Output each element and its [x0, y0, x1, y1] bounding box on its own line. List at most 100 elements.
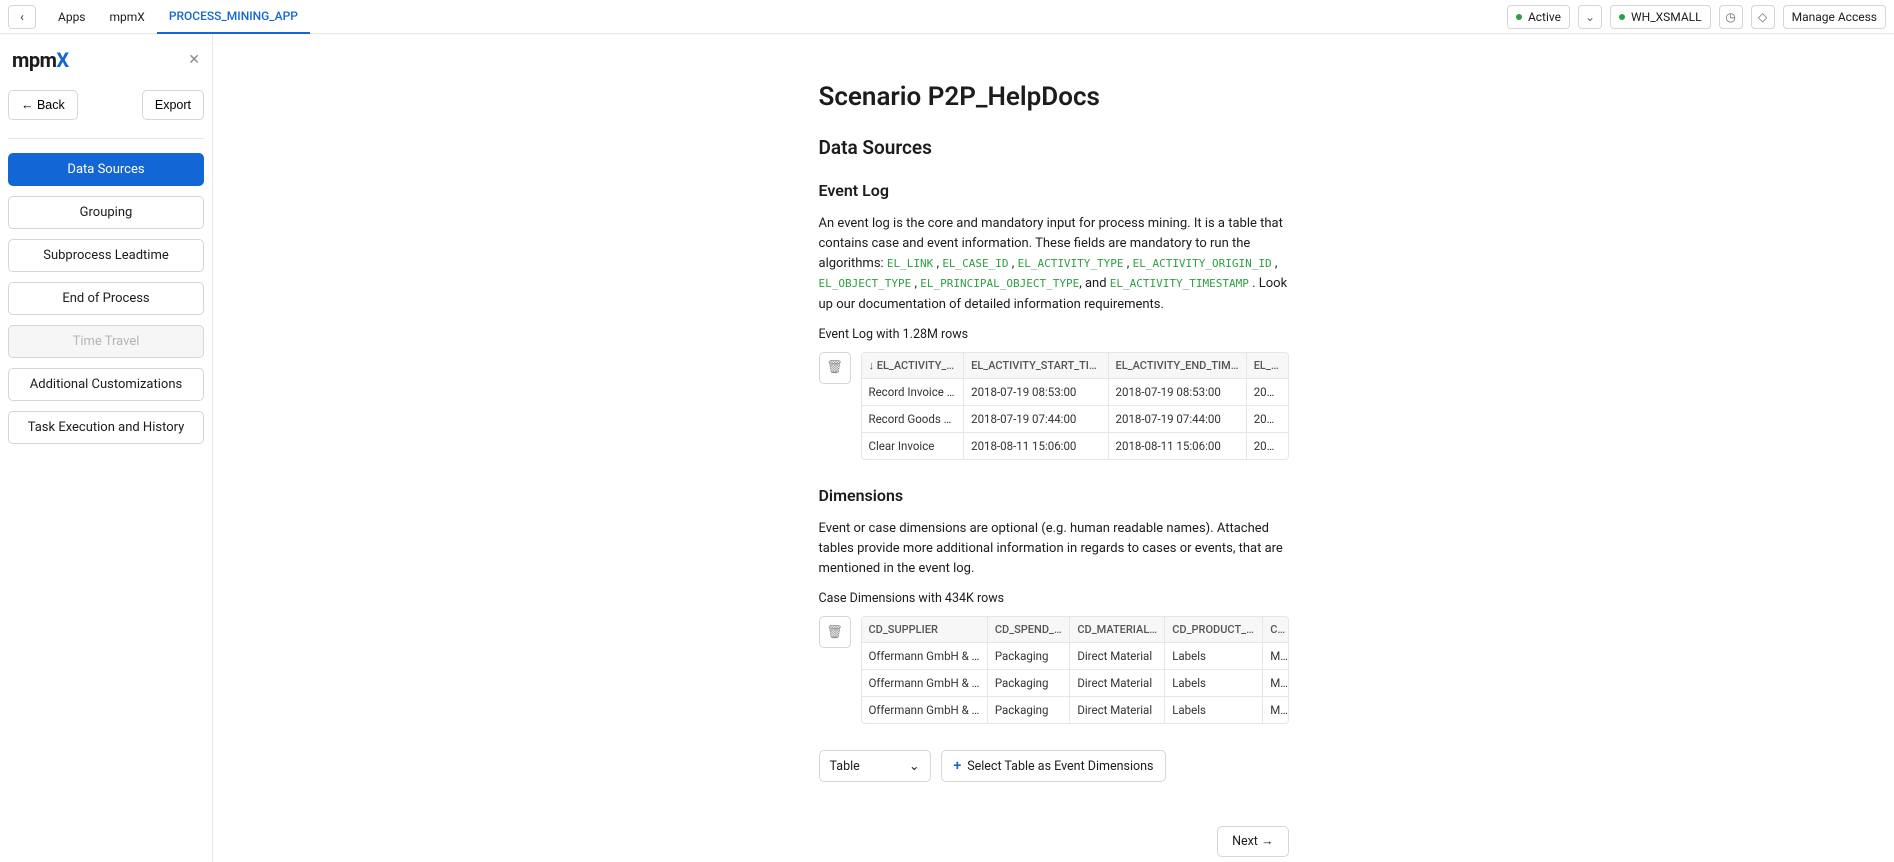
table-cell: Offermann GmbH & Co. KG: [862, 643, 988, 670]
event-log-description: An event log is the core and mandatory i…: [819, 214, 1289, 315]
topbar-right: Active ⌄ WH_XSMALL ◷ ◇ Manage Access: [1507, 5, 1886, 29]
chevron-left-icon: ‹: [20, 10, 24, 24]
table-cell: 200000: [1246, 378, 1287, 405]
topbar-left: ‹ Apps mpmX PROCESS_MINING_APP: [8, 0, 310, 34]
table-cell: Direct Material: [1070, 697, 1165, 724]
code-field: EL_LINK: [887, 257, 933, 270]
dimensions-description: Event or case dimensions are optional (e…: [819, 519, 1289, 579]
code-field: EL_OBJECT_TYPE: [819, 277, 912, 290]
sidebar-item-grouping[interactable]: Grouping: [8, 196, 204, 229]
event-log-heading: Event Log: [819, 181, 1289, 200]
sidebar-item-subprocess-leadtime[interactable]: Subprocess Leadtime: [8, 239, 204, 272]
column-header[interactable]: CD_MATERIAL_TYPE: [1070, 617, 1165, 643]
table-cell: Record Invoice Receipt: [862, 378, 964, 405]
delete-event-log-button[interactable]: 🗑: [819, 352, 851, 384]
trash-icon: 🗑: [826, 360, 843, 375]
table-cell: MEK: [1263, 670, 1288, 697]
table-cell: 200000: [1246, 432, 1287, 459]
clock-icon-button[interactable]: ◷: [1719, 5, 1743, 29]
event-log-table: ↓ EL_ACTIVITY_TYPEEL_ACTIVITY_START_TIME…: [861, 352, 1289, 460]
logo: mpmX: [12, 48, 69, 72]
close-icon[interactable]: ✕: [188, 52, 200, 68]
table-cell: Record Goods Receipt: [862, 405, 964, 432]
table-cell: 2018-08-11 15:06:00: [1108, 432, 1246, 459]
dimensions-caption: Case Dimensions with 434K rows: [819, 591, 1289, 606]
table-row[interactable]: Offermann GmbH & Co. KGPackagingDirect M…: [862, 643, 1288, 670]
column-header[interactable]: CD_PRODUCT_CLASS: [1165, 617, 1263, 643]
table-cell: Packaging: [987, 643, 1070, 670]
plus-icon: +: [954, 758, 962, 774]
export-button[interactable]: Export: [142, 90, 204, 120]
shield-icon-button[interactable]: ◇: [1751, 5, 1775, 29]
sidebar-item-task-execution-and-history[interactable]: Task Execution and History: [8, 411, 204, 444]
table-cell: 2018-08-11 15:06:00: [964, 432, 1108, 459]
code-field: EL_ACTIVITY_TYPE: [1018, 257, 1124, 270]
topbar: ‹ Apps mpmX PROCESS_MINING_APP Active ⌄ …: [0, 0, 1894, 34]
code-field: EL_PRINCIPAL_OBJECT_TYPE: [920, 277, 1079, 290]
column-header[interactable]: EL_ACTIVITY_END_TIMESTAMP: [1108, 353, 1246, 379]
select-label: Table: [830, 759, 860, 774]
breadcrumb-app-name[interactable]: PROCESS_MINING_APP: [157, 0, 310, 34]
table-cell: Offermann GmbH & Co. KG: [862, 670, 988, 697]
table-cell: Labels: [1165, 643, 1263, 670]
status-dot-icon: [1619, 14, 1625, 20]
table-row[interactable]: Offermann GmbH & Co. KGPackagingDirect M…: [862, 697, 1288, 724]
column-header[interactable]: ↓ EL_ACTIVITY_TYPE: [862, 353, 964, 379]
sidebar-item-data-sources[interactable]: Data Sources: [8, 153, 204, 186]
table-cell: 2018-07-19 08:53:00: [964, 378, 1108, 405]
table-cell: Labels: [1165, 697, 1263, 724]
page-title: Scenario P2P_HelpDocs: [819, 82, 1289, 112]
status-pill[interactable]: Active: [1507, 5, 1570, 29]
column-header[interactable]: CD_SUPPLIER: [862, 617, 988, 643]
table-cell: MEK: [1263, 643, 1288, 670]
table-cell: 200000: [1246, 405, 1287, 432]
chevron-down-icon: ⌄: [1585, 10, 1595, 24]
shield-icon: ◇: [1758, 10, 1767, 24]
table-row[interactable]: Record Goods Receipt2018-07-19 07:44:002…: [862, 405, 1288, 432]
event-log-caption: Event Log with 1.28M rows: [819, 327, 1289, 342]
sidebar-item-end-of-process[interactable]: End of Process: [8, 282, 204, 315]
breadcrumb-apps[interactable]: Apps: [46, 0, 98, 34]
table-cell: Offermann GmbH & Co. KG: [862, 697, 988, 724]
status-label: Active: [1528, 10, 1561, 24]
column-header[interactable]: CD_: [1263, 617, 1288, 643]
chevron-down-icon: ⌄: [909, 758, 919, 774]
code-field: EL_ACTIVITY_ORIGIN_ID: [1133, 257, 1272, 270]
column-header[interactable]: CD_SPEND_AREA: [987, 617, 1070, 643]
topbar-back-button[interactable]: ‹: [8, 5, 36, 29]
table-cell: 2018-07-19 07:44:00: [1108, 405, 1246, 432]
add-button-label: Select Table as Event Dimensions: [967, 759, 1153, 774]
code-field: EL_CASE_ID: [942, 257, 1008, 270]
breadcrumb-mpmx[interactable]: mpmX: [98, 0, 157, 34]
table-cell: Packaging: [987, 670, 1070, 697]
warehouse-label: WH_XSMALL: [1631, 10, 1702, 24]
table-type-select[interactable]: Table ⌄: [819, 750, 931, 782]
sidebar: mpmX ✕ ← Back Export Data Sources Groupin…: [0, 34, 213, 862]
table-cell: Direct Material: [1070, 643, 1165, 670]
table-cell: MEK: [1263, 697, 1288, 724]
table-row[interactable]: Offermann GmbH & Co. KGPackagingDirect M…: [862, 670, 1288, 697]
status-dropdown-button[interactable]: ⌄: [1578, 5, 1602, 29]
warehouse-pill[interactable]: WH_XSMALL: [1610, 5, 1711, 29]
table-cell: Labels: [1165, 670, 1263, 697]
add-event-dimensions-button[interactable]: + Select Table as Event Dimensions: [941, 750, 1167, 782]
back-button[interactable]: ← Back: [8, 90, 78, 120]
code-field: EL_ACTIVITY_TIMESTAMP: [1110, 277, 1249, 290]
delete-dimensions-button[interactable]: 🗑: [819, 616, 851, 648]
table-cell: Clear Invoice: [862, 432, 964, 459]
table-row[interactable]: Record Invoice Receipt2018-07-19 08:53:0…: [862, 378, 1288, 405]
sidebar-item-additional-customizations[interactable]: Additional Customizations: [8, 368, 204, 401]
table-cell: 2018-07-19 07:44:00: [964, 405, 1108, 432]
table-cell: Packaging: [987, 697, 1070, 724]
dimensions-table: CD_SUPPLIERCD_SPEND_AREACD_MATERIAL_TYPE…: [861, 616, 1289, 724]
clock-icon: ◷: [1725, 10, 1735, 24]
main-content: Scenario P2P_HelpDocs Data Sources Event…: [213, 34, 1894, 862]
next-button[interactable]: Next →: [1217, 826, 1288, 857]
column-header[interactable]: EL_LINK: [1246, 353, 1287, 379]
column-header[interactable]: EL_ACTIVITY_START_TIMESTAMP: [964, 353, 1108, 379]
section-title: Data Sources: [819, 136, 1289, 159]
status-dot-icon: [1516, 14, 1522, 20]
table-row[interactable]: Clear Invoice2018-08-11 15:06:002018-08-…: [862, 432, 1288, 459]
manage-access-button[interactable]: Manage Access: [1783, 5, 1886, 29]
trash-icon: 🗑: [826, 625, 843, 640]
